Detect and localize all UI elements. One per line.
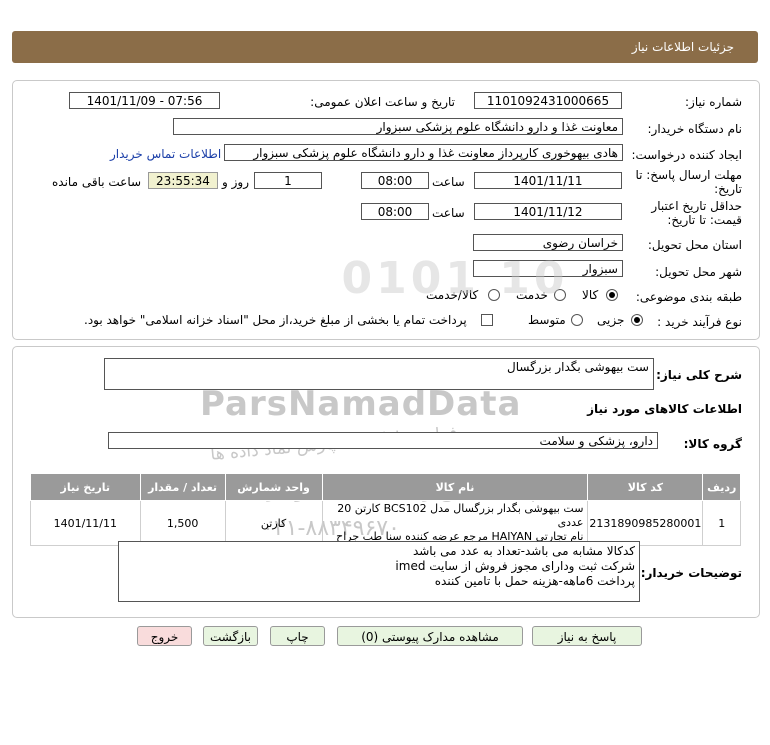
page-header: جزئیات اطلاعات نیاز [12, 31, 758, 63]
category-option-goods: کالا [582, 288, 599, 302]
city-label: شهر محل تحویل: [655, 265, 742, 279]
row-unit: کارتن [224, 500, 323, 546]
goods-section-title: اطلاعات کالاهای مورد نیاز [587, 402, 742, 416]
deadline-time-field: 08:00 [361, 172, 429, 189]
category-label: طبقه بندی موضوعی: [635, 290, 742, 304]
category-radio-goods[interactable] [606, 289, 618, 301]
print-button[interactable]: چاپ [270, 626, 325, 646]
remaining-time-label: ساعت باقی مانده [52, 175, 142, 189]
creator-field: هادی بیهوخوری کارپرداز معاونت غذا و دارو… [224, 144, 623, 161]
row-date: 1401/11/11 [30, 500, 141, 546]
column-header-index: ردیف [702, 473, 741, 501]
table-row: 1401/11/11 1,500 کارتن ست بیهوشی بگدار ب… [30, 500, 741, 546]
column-header-code: کد کالا [587, 473, 704, 501]
buyer-org-label: نام دستگاه خریدار: [647, 122, 743, 136]
category-radio-service[interactable] [554, 289, 566, 301]
province-field: خراسان رضوی [473, 234, 623, 251]
buyer-notes-line-1: کدکالا مشابه می باشد-تعداد به عدد می باش… [412, 544, 635, 558]
column-header-unit: واحد شمارش [224, 473, 323, 501]
reply-button[interactable]: پاسخ به نیاز [532, 626, 642, 646]
creator-label: ایجاد کننده درخواست: [631, 148, 742, 162]
page-title: جزئیات اطلاعات نیاز [631, 40, 734, 54]
validity-date-field: 1401/11/12 [474, 203, 622, 220]
buyer-contact-link[interactable]: اطلاعات تماس خریدار [110, 147, 221, 161]
treasury-payment-note: پرداخت تمام یا بخشی از مبلغ خرید،از محل … [84, 313, 467, 327]
validity-label-line1: حداقل تاریخ اعتبار [651, 199, 742, 213]
validity-label-line2: قیمت: تا تاریخ: [667, 213, 742, 227]
category-radio-goods-service[interactable] [488, 289, 500, 301]
row-name: ست بیهوشی بگدار بزرگسال مدل BCS102 کارتن… [321, 500, 589, 546]
process-label: نوع فرآیند خرید : [657, 315, 742, 329]
buyer-notes-line-3: پرداخت 6ماهه-هزینه حمل با تامین کننده [434, 574, 635, 588]
announce-datetime-field: 1401/11/09 - 07:56 [69, 92, 220, 109]
row-index: 1 [702, 500, 741, 546]
exit-button[interactable]: خروج [137, 626, 192, 646]
buyer-notes-field: کدکالا مشابه می باشد-تعداد به عدد می باش… [118, 541, 640, 602]
validity-time-field: 08:00 [361, 203, 429, 220]
summary-label: شرح کلی نیاز: [656, 368, 742, 382]
province-label: استان محل تحویل: [647, 238, 742, 252]
buyer-org-field: معاونت غذا و دارو دانشگاه علوم پزشکی سبز… [173, 118, 623, 135]
announce-label: تاریخ و ساعت اعلان عمومی: [310, 95, 455, 109]
process-option-minor: جزیی [597, 313, 625, 327]
need-number-label: شماره نیاز: [685, 95, 742, 109]
summary-field: ست بیهوشی بگدار بزرگسال [104, 358, 654, 390]
treasury-payment-checkbox[interactable] [481, 314, 493, 326]
days-remaining-field: 1 [254, 172, 322, 189]
goods-table: تاریخ نیاز تعداد / مقدار واحد شمارش نام … [30, 473, 741, 546]
deadline-label-line1: مهلت ارسال پاسخ: تا [635, 168, 742, 182]
column-header-date: تاریخ نیاز [30, 473, 141, 501]
deadline-date-field: 1401/11/11 [474, 172, 622, 189]
validity-time-label: ساعت [432, 206, 465, 220]
column-header-name: نام کالا [321, 473, 589, 501]
city-field: سبزوار [473, 260, 623, 277]
back-button[interactable]: بازگشت [203, 626, 258, 646]
view-attachments-button[interactable]: مشاهده مدارک پیوستی (0) [337, 626, 523, 646]
remaining-time-field: 23:55:34 [148, 172, 218, 189]
process-radio-medium[interactable] [571, 314, 583, 326]
buyer-notes-label: توضیحات خریدار: [640, 566, 742, 580]
goods-group-label: گروه کالا: [683, 437, 742, 451]
row-name-line1: ست بیهوشی بگدار بزرگسال مدل BCS102 کارتن… [337, 502, 584, 529]
row-code: 2131890985280001 [587, 500, 704, 546]
category-option-goods-service: کالا/خدمت [426, 288, 479, 302]
goods-group-field: دارو، پزشکی و سلامت [108, 432, 658, 449]
process-option-medium: متوسط [528, 313, 566, 327]
process-radio-minor[interactable] [631, 314, 643, 326]
buyer-notes-line-2: شرکت ثبت ودارای مجوز فروش از سایت imed [395, 559, 635, 573]
deadline-time-label: ساعت [432, 175, 465, 189]
need-number-field: 1101092431000665 [474, 92, 622, 109]
days-label: روز و [222, 175, 249, 189]
category-option-service: خدمت [516, 288, 548, 302]
column-header-qty: تعداد / مقدار [139, 473, 226, 501]
row-qty: 1,500 [139, 500, 226, 546]
deadline-label-line2: تاریخ: [714, 182, 742, 196]
